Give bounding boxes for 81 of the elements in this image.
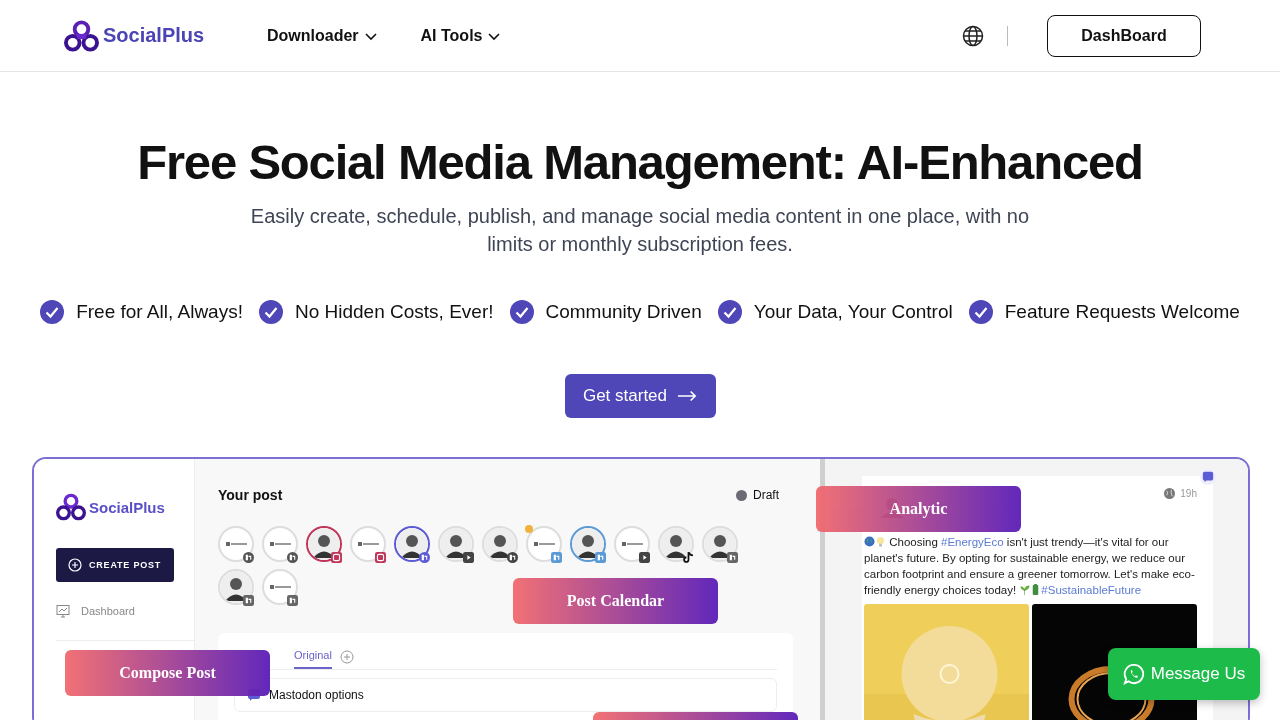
globe-icon <box>1164 488 1176 499</box>
promo-banner: Compose Post <box>65 650 270 696</box>
logo-avatar[interactable] <box>218 526 254 562</box>
feature-label: Your Data, Your Control <box>753 301 953 323</box>
person-silhouette-icon <box>660 528 692 560</box>
check-icon <box>258 300 283 324</box>
feature-label: Free for All, Always! <box>76 301 243 323</box>
create-post-button[interactable]: CREATE POST <box>56 548 174 582</box>
logo-avatar[interactable] <box>614 526 650 562</box>
promo-banner: Analytic <box>816 486 1021 532</box>
chart-icon <box>56 604 70 618</box>
platform-badge-icon <box>683 552 694 563</box>
logo-avatar[interactable] <box>262 526 298 562</box>
check-icon <box>509 300 534 324</box>
account-avatar[interactable] <box>570 526 606 562</box>
phone-bubble-icon <box>1122 663 1145 685</box>
post-title: Your post <box>218 487 283 503</box>
hashtag-link[interactable]: #SustainableFuture <box>1041 584 1142 596</box>
platform-badge-icon <box>419 552 430 563</box>
person-silhouette-icon <box>572 528 604 560</box>
feature-label: Community Driven <box>545 301 702 323</box>
sidebar-item[interactable]: Dashboard <box>56 604 194 618</box>
platform-badge-icon <box>595 552 606 563</box>
platform-badge-icon <box>375 552 386 563</box>
nav-menu[interactable]: AI Tools <box>420 26 501 45</box>
platform-badge-icon <box>727 552 738 563</box>
platform-badge-icon <box>331 552 342 563</box>
check-icon <box>40 300 65 324</box>
platform-badge-icon <box>243 595 254 606</box>
platform-badge-icon <box>287 552 298 563</box>
platform-badge-icon <box>463 552 474 563</box>
get-started-button[interactable]: Get started <box>564 374 716 418</box>
logo-avatar[interactable] <box>262 569 298 605</box>
person-silhouette-icon <box>396 528 428 560</box>
brand-logo-icon <box>225 542 247 546</box>
hashtag-link[interactable]: #EnergyEco <box>941 536 1004 548</box>
person-silhouette-icon <box>440 528 472 560</box>
person-silhouette-icon <box>220 571 252 603</box>
hero-subtitle: Easily create, schedule, publish, and manage social media content in one place, with no limits or monthly subscription fees. <box>249 204 1031 257</box>
chat-bubble-icon <box>1200 469 1216 485</box>
chevron-down-icon <box>488 33 501 41</box>
logo-text[interactable]: SocialPlus <box>103 24 205 47</box>
brand-logo-icon <box>269 585 291 589</box>
logo-avatar[interactable] <box>350 526 386 562</box>
brand-logo-icon <box>269 542 291 546</box>
brand-logo-icon <box>357 542 379 546</box>
feature-label: No Hidden Costs, Ever! <box>294 301 494 323</box>
logo-icon <box>64 19 99 52</box>
hero-title: Free Social Media Management: AI-Enhanced <box>137 134 1143 191</box>
options-label[interactable]: Mastodon options <box>269 688 364 702</box>
person-silhouette-icon <box>484 528 516 560</box>
brand-logo-icon <box>533 542 555 546</box>
seedling-emoji-icon <box>1019 584 1031 595</box>
logo-text: SocialPlus <box>89 498 165 516</box>
account-avatar[interactable] <box>394 526 430 562</box>
brand-logo-icon <box>621 542 643 546</box>
promo-banner: Post Calendar <box>513 578 718 624</box>
globe-icon[interactable] <box>962 24 984 47</box>
person-silhouette-icon <box>704 528 736 560</box>
feature-label: Feature Requests Welcome <box>1004 301 1240 323</box>
globe-emoji-icon <box>864 536 875 547</box>
plus-circle-icon <box>68 558 82 572</box>
platform-badge-icon <box>639 552 650 563</box>
status-label: Draft <box>753 488 779 502</box>
check-icon <box>968 300 993 324</box>
dashboard-button[interactable]: DashBoard <box>1047 14 1201 57</box>
platform-badge-icon <box>551 552 562 563</box>
post-text: Choosing #EnergyEco isn't just trendy—it's vital for our planet's future. By opting for sustainable energy, we reduce our carbon footprint and ensure a greener tomorrow. Let's make eco-friendly energy choices today! #SustainableFuture <box>864 535 1196 598</box>
editor-tab[interactable]: Original <box>294 645 332 669</box>
post-time: 19h <box>1180 488 1197 499</box>
person-silhouette-icon <box>308 528 340 560</box>
logo-icon <box>56 493 86 521</box>
platform-badge-icon <box>243 552 254 563</box>
arrow-right-icon <box>677 390 698 402</box>
account-avatar[interactable] <box>306 526 342 562</box>
chevron-down-icon <box>364 33 377 41</box>
nav-menu[interactable]: Downloader <box>267 26 377 45</box>
lightbulb-emoji-icon <box>875 536 886 547</box>
platform-badge-icon <box>287 595 298 606</box>
platform-badge-icon <box>507 552 518 563</box>
check-icon <box>717 300 742 324</box>
